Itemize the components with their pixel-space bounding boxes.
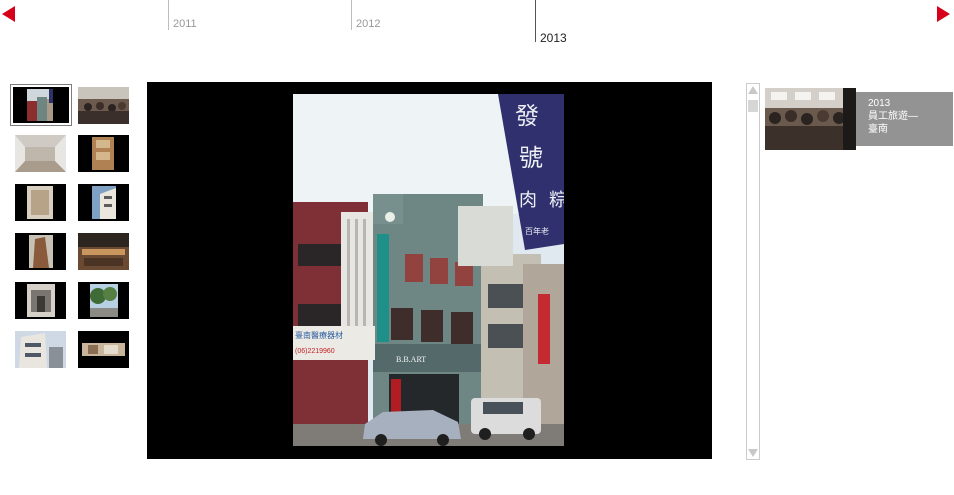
clinic-sign-text: 臺南醫療器材: [295, 330, 343, 340]
album-info: 2013 員工旅遊— 臺南: [856, 92, 953, 146]
year-label: 2013: [540, 31, 567, 45]
thumb-building-corner[interactable]: [78, 184, 129, 221]
thumb-wood-panel[interactable]: [78, 135, 129, 172]
banner-char-4: 粽: [549, 190, 564, 211]
album-year: 2013: [868, 98, 891, 109]
phone-text: (06)2219960: [295, 348, 335, 355]
thumb-dining-room[interactable]: [78, 233, 129, 270]
thumb-corridor[interactable]: [15, 135, 66, 172]
next-arrow-icon[interactable]: [937, 6, 950, 22]
prev-arrow-icon[interactable]: [2, 6, 15, 22]
thumb-storefront[interactable]: [10, 84, 72, 126]
year-label: 2012: [356, 18, 381, 30]
banner-char-2: 號: [519, 144, 543, 172]
photo-viewer: B.B.ART 臺南醫療器材 (06)2219960 發 號 肉 粽 百年老: [147, 82, 712, 459]
album-cover-image: [765, 88, 856, 150]
banner-char-1: 發: [515, 102, 539, 130]
timeline-year-2012[interactable]: 2012: [351, 0, 380, 30]
year-label: 2011: [173, 18, 197, 30]
thumb-crowd-hall[interactable]: [78, 87, 129, 124]
album-card[interactable]: 2013 員工旅遊— 臺南: [765, 88, 953, 150]
main-photo[interactable]: B.B.ART 臺南醫療器材 (06)2219960 發 號 肉 粽 百年老: [293, 94, 564, 446]
thumb-street-arch[interactable]: [15, 282, 66, 319]
album-title-line-1: 員工旅遊—: [868, 111, 918, 122]
album-title-line-2: 臺南: [868, 124, 888, 135]
thumb-dark-interior[interactable]: [78, 331, 129, 368]
scroll-up-icon[interactable]: [748, 86, 758, 94]
scroll-thumb[interactable]: [748, 100, 758, 112]
thumb-tall-panel[interactable]: [15, 184, 66, 221]
banner-subtext: 百年老: [525, 226, 549, 236]
thumb-building-angle[interactable]: [15, 331, 66, 368]
scroll-down-icon[interactable]: [748, 449, 758, 457]
thumb-trees-road[interactable]: [78, 282, 129, 319]
timeline-year-2011[interactable]: 2011: [168, 0, 197, 30]
shop-sign-text: B.B.ART: [396, 355, 426, 364]
banner-char-3: 肉: [519, 190, 537, 211]
timeline-year-2013[interactable]: 2013: [535, 0, 567, 45]
album-scrollbar[interactable]: [746, 83, 760, 460]
thumb-tower[interactable]: [15, 233, 66, 270]
